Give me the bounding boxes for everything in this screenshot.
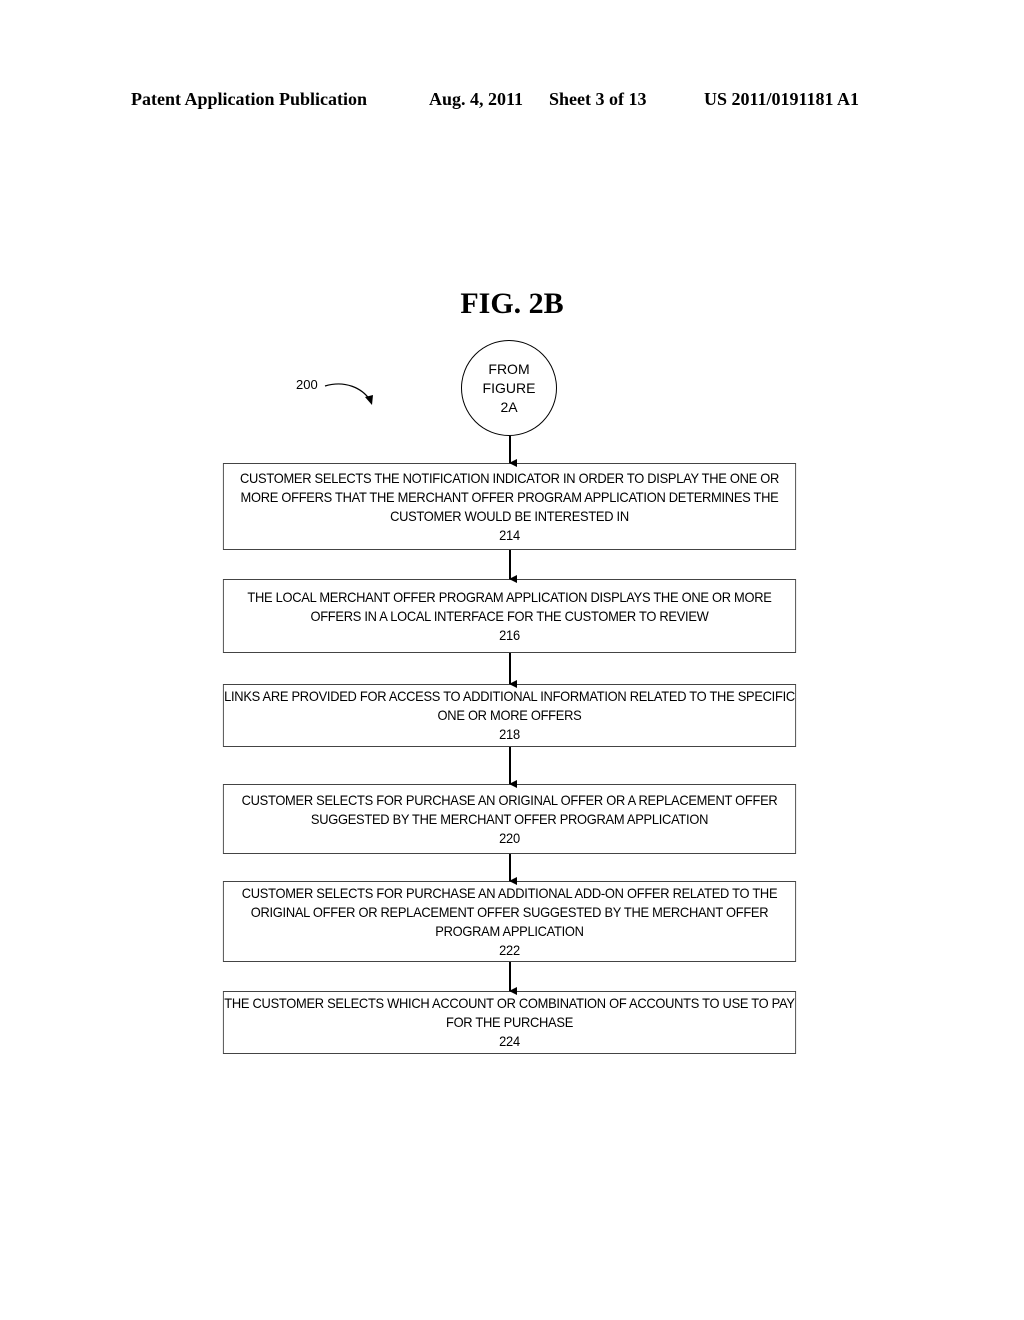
step-number: 214 — [499, 526, 520, 543]
step-box-216: THE LOCAL MERCHANT OFFER PROGRAM APPLICA… — [222, 579, 797, 653]
publication-date: Aug. 4, 2011 — [429, 89, 524, 109]
step-text: CUSTOMER SELECTS FOR PURCHASE AN ORIGINA… — [241, 791, 778, 827]
step-text: THE LOCAL MERCHANT OFFER PROGRAM APPLICA… — [247, 588, 772, 624]
publication-label: Patent Application Publication — [131, 89, 368, 109]
patent-header: Patent Application Publication Aug. 4, 2… — [131, 89, 891, 115]
connector-line: 2A — [500, 398, 518, 415]
reference-label: 200 — [296, 377, 318, 392]
step-number: 220 — [499, 829, 520, 846]
reference-arrow — [324, 383, 371, 401]
publication-number: US 2011/0191181 A1 — [704, 89, 860, 109]
step-number: 222 — [499, 941, 520, 958]
step-box-224: THE CUSTOMER SELECTS WHICH ACCOUNT OR CO… — [222, 991, 797, 1054]
step-text: CUSTOMER SELECTS THE NOTIFICATION INDICA… — [239, 469, 779, 524]
step-text: LINKS ARE PROVIDED FOR ACCESS TO ADDITIO… — [224, 688, 795, 723]
step-box-214: CUSTOMER SELECTS THE NOTIFICATION INDICA… — [222, 463, 797, 550]
flow-connectors — [324, 383, 517, 995]
connector-line: FROM — [488, 360, 530, 377]
step-number: 216 — [499, 626, 520, 643]
step-number: 218 — [499, 726, 520, 742]
step-number: 224 — [499, 1033, 520, 1049]
step-box-218: LINKS ARE PROVIDED FOR ACCESS TO ADDITIO… — [222, 684, 797, 747]
connector-line: FIGURE — [482, 379, 536, 396]
off-page-connector: FROM FIGURE 2A — [461, 340, 557, 436]
step-text: CUSTOMER SELECTS FOR PURCHASE AN ADDITIO… — [241, 884, 778, 939]
sheet-number: Sheet 3 of 13 — [549, 89, 647, 109]
step-box-220: CUSTOMER SELECTS FOR PURCHASE AN ORIGINA… — [222, 784, 797, 854]
reference-arrowhead — [365, 395, 373, 405]
figure-title: FIG. 2B — [460, 287, 564, 320]
step-box-222: CUSTOMER SELECTS FOR PURCHASE AN ADDITIO… — [222, 881, 797, 962]
step-text: THE CUSTOMER SELECTS WHICH ACCOUNT OR CO… — [224, 995, 795, 1030]
